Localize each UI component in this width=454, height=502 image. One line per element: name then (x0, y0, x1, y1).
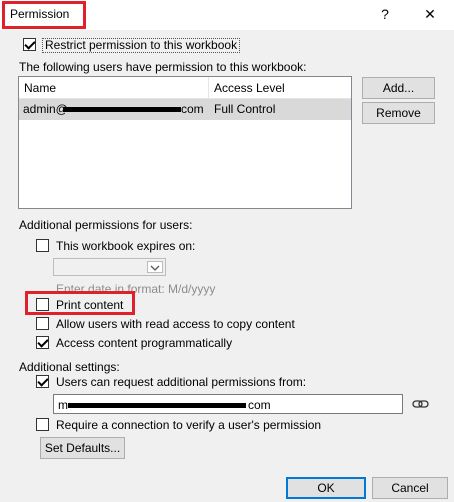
restrict-label: Restrict permission to this workbook (42, 38, 241, 53)
cancel-button[interactable]: Cancel (372, 477, 448, 499)
request-permissions-checkbox[interactable] (36, 375, 49, 388)
ok-button-label: OK (317, 481, 335, 495)
request-email-input[interactable]: m com (53, 394, 403, 414)
redaction-bar (68, 403, 246, 408)
require-connection-label: Require a connection to verify a user's … (56, 418, 322, 432)
window-title: Permission (10, 7, 70, 21)
column-name-header[interactable]: Name (24, 81, 56, 95)
column-divider (208, 77, 209, 98)
set-defaults-button[interactable]: Set Defaults... (40, 437, 125, 459)
copy-content-checkbox[interactable] (36, 317, 49, 330)
ok-button[interactable]: OK (286, 477, 366, 499)
programmatic-access-checkbox[interactable] (36, 336, 49, 349)
copy-content-label: Allow users with read access to copy con… (56, 317, 295, 331)
add-button-label: Add... (382, 81, 415, 95)
user-access-level: Full Control (214, 102, 276, 116)
link-icon[interactable] (411, 396, 431, 412)
chevron-down-icon[interactable] (147, 261, 163, 273)
users-list-header: Name Access Level (19, 77, 351, 99)
require-connection-checkbox[interactable] (36, 418, 49, 431)
remove-button[interactable]: Remove (362, 102, 435, 124)
set-defaults-label: Set Defaults... (44, 441, 121, 455)
redaction-bar (63, 107, 181, 112)
print-content-checkbox[interactable] (36, 298, 49, 311)
remove-button-label: Remove (376, 106, 421, 120)
help-button[interactable]: ? (374, 4, 396, 24)
additional-permissions-label: Additional permissions for users: (19, 218, 193, 232)
email-prefix: m (58, 398, 68, 412)
programmatic-access-label: Access content programmatically (56, 336, 233, 350)
close-button[interactable]: ✕ (419, 4, 441, 24)
expires-checkbox[interactable] (36, 239, 49, 252)
email-suffix: com (248, 398, 271, 412)
request-permissions-label: Users can request additional permissions… (56, 375, 307, 389)
users-list[interactable]: Name Access Level admin@ com Full Contro… (18, 76, 352, 209)
column-access-header[interactable]: Access Level (214, 81, 285, 95)
restrict-checkbox[interactable] (23, 38, 36, 51)
users-section-label: The following users have permission to t… (19, 60, 307, 74)
expiry-date-picker[interactable] (53, 258, 166, 276)
cancel-button-label: Cancel (391, 481, 429, 495)
table-row[interactable]: admin@ com Full Control (19, 99, 351, 120)
user-name-prefix: admin@ (23, 102, 68, 116)
print-content-label: Print content (56, 298, 124, 312)
add-button[interactable]: Add... (362, 77, 435, 99)
additional-settings-label: Additional settings: (19, 360, 120, 374)
expires-label: This workbook expires on: (56, 239, 196, 253)
user-name-suffix: com (181, 102, 204, 116)
